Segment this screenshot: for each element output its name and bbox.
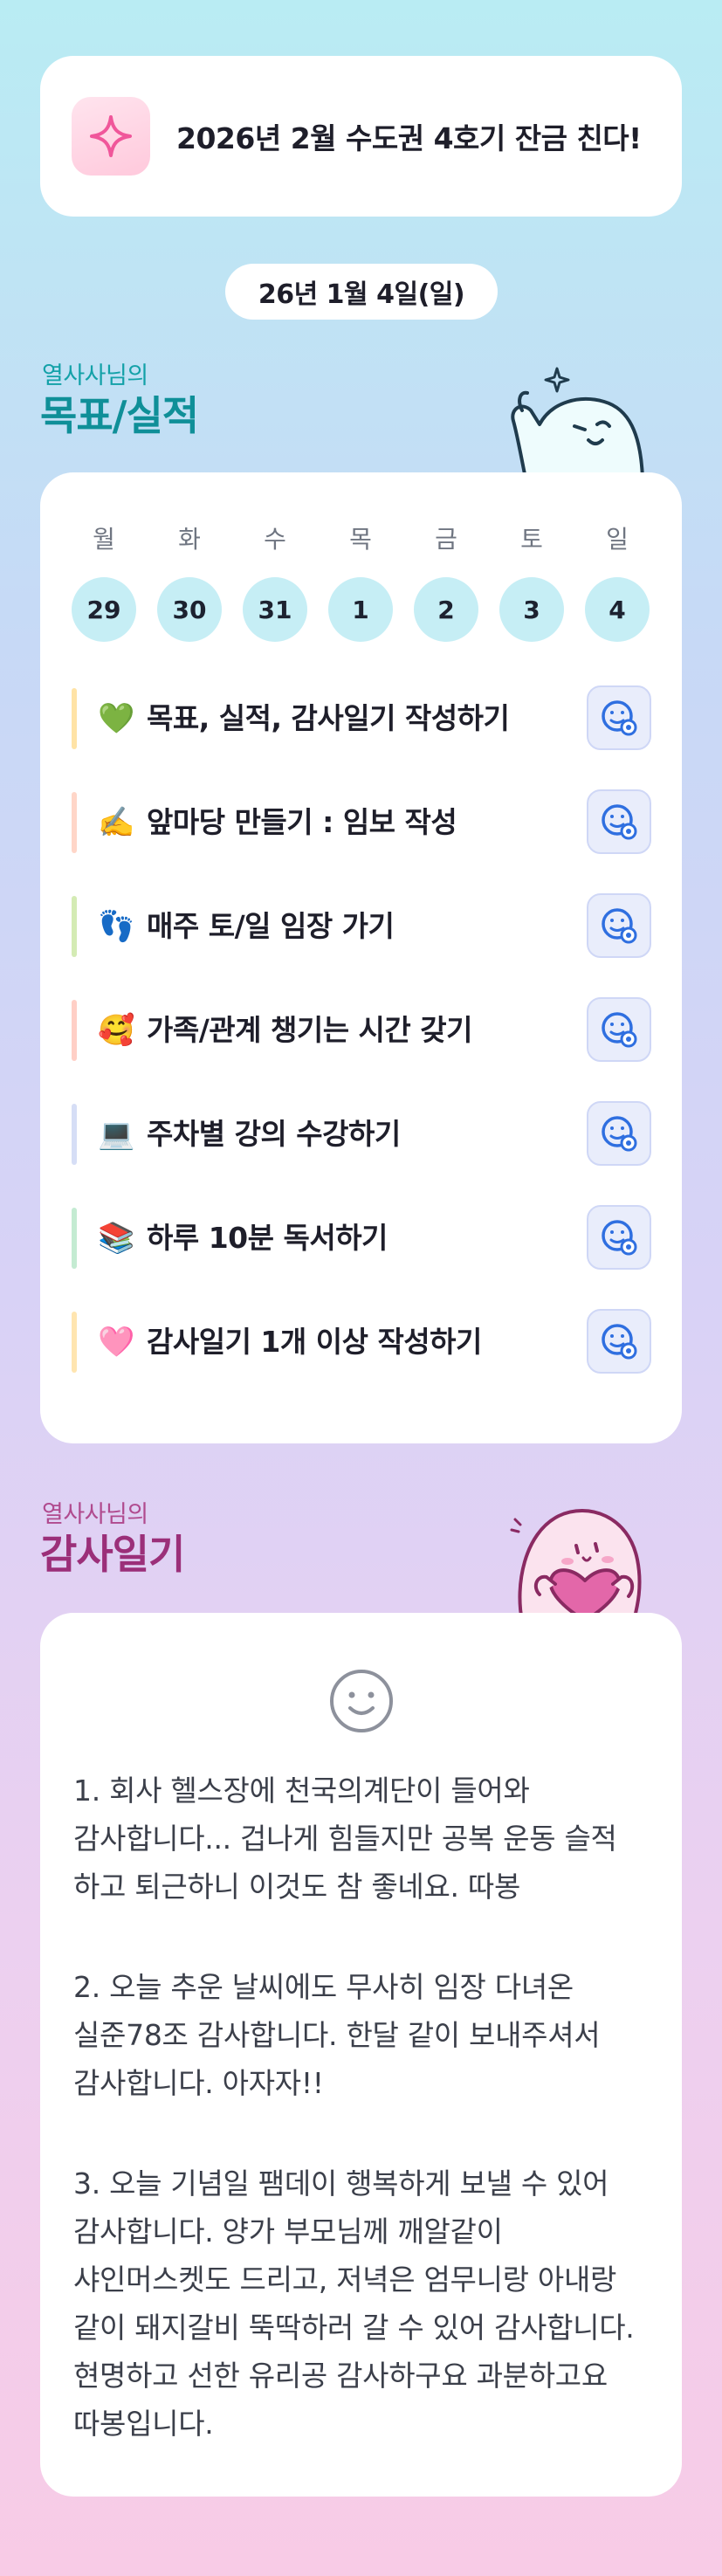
- weekday-label: 토: [520, 525, 543, 554]
- goal-text: 감사일기 1개 이상 작성하기: [147, 1325, 482, 1359]
- goal-text: 가족/관계 챙기는 시간 갖기: [147, 1013, 472, 1047]
- goal-color-bar: [72, 1208, 77, 1269]
- goal-item: 💻 주차별 강의 수강하기: [72, 1100, 652, 1168]
- weekday-label: 일: [606, 525, 629, 554]
- goal-color-bar: [72, 1312, 77, 1373]
- goal-item: 📚 하루 10분 독서하기: [72, 1204, 652, 1272]
- goal-text: 앞마당 만들기 : 임보 작성: [147, 805, 457, 839]
- weekday-label: 목: [349, 525, 372, 554]
- goal-text: 매주 토/일 임장 가기: [147, 909, 395, 943]
- smile-check-icon: [599, 698, 639, 738]
- diary-entry: 3. 오늘 기념일 팸데이 행복하게 보낼 수 있어 감사합니다. 양가 부모님…: [73, 2166, 635, 2441]
- date-circle[interactable]: 1: [328, 577, 393, 642]
- goal-color-bar: [72, 1104, 77, 1165]
- goal-color-bar: [72, 792, 77, 853]
- goal-emoji: 🥰: [98, 1013, 135, 1048]
- weekday-label: 화: [178, 525, 201, 554]
- goal-emoji: 💻: [98, 1117, 135, 1152]
- weekday-label: 월: [93, 525, 115, 554]
- goal-check-button[interactable]: [587, 1101, 651, 1166]
- goal-item: ✍️ 앞마당 만들기 : 임보 작성: [72, 789, 652, 857]
- goal-banner: 2026년 2월 수도권 4호기 잔금 친다!: [40, 56, 682, 217]
- goal-check-button[interactable]: [587, 1205, 651, 1270]
- goal-item: 👣 매주 토/일 임장 가기: [72, 892, 652, 961]
- weekday-label: 수: [264, 525, 286, 554]
- goal-check-button[interactable]: [587, 685, 651, 750]
- diary-entry: 1. 회사 헬스장에 천국의계단이 들어와 감사합니다... 겁나게 힘들지만 …: [73, 1774, 617, 1904]
- goal-color-bar: [72, 896, 77, 957]
- goal-text: 주차별 강의 수강하기: [147, 1117, 401, 1151]
- goal-emoji: 🩷: [98, 1325, 135, 1360]
- goal-text: 목표, 실적, 감사일기 작성하기: [147, 701, 510, 735]
- goal-check-button[interactable]: [587, 1309, 651, 1374]
- date-circle[interactable]: 31: [243, 577, 307, 642]
- goal-check-button[interactable]: [587, 997, 651, 1062]
- diary-entry: 2. 오늘 추운 날씨에도 무사히 임장 다녀온 실준78조 감사합니다. 한달…: [73, 1970, 601, 2100]
- goal-check-button[interactable]: [587, 893, 651, 958]
- smile-check-icon: [599, 1321, 639, 1361]
- goal-emoji: 👣: [98, 909, 135, 944]
- goal-emoji: 📚: [98, 1221, 135, 1256]
- goal-color-bar: [72, 1000, 77, 1061]
- goals-title: 목표/실적: [40, 392, 199, 439]
- smile-check-icon: [599, 1113, 639, 1154]
- date-pill[interactable]: 26년 1월 4일(일): [225, 264, 498, 320]
- smile-check-icon: [599, 1009, 639, 1050]
- goal-item: 🥰 가족/관계 챙기는 시간 갖기: [72, 996, 652, 1064]
- smile-check-icon: [599, 906, 639, 946]
- date-circle[interactable]: 4: [585, 577, 650, 642]
- banner-title: 2026년 2월 수도권 4호기 잔금 친다!: [176, 121, 642, 155]
- diary-title: 감사일기: [40, 1531, 185, 1578]
- goal-text: 하루 10분 독서하기: [147, 1221, 388, 1255]
- weekday-label: 금: [435, 525, 457, 554]
- date-circle[interactable]: 3: [499, 577, 564, 642]
- goal-item: 💚 목표, 실적, 감사일기 작성하기: [72, 685, 652, 753]
- smile-check-icon: [599, 802, 639, 842]
- smile-check-icon: [599, 1217, 639, 1257]
- date-circle[interactable]: 2: [414, 577, 478, 642]
- goal-check-button[interactable]: [587, 789, 651, 854]
- goal-item: 🩷 감사일기 1개 이상 작성하기: [72, 1308, 652, 1376]
- goal-color-bar: [72, 688, 77, 749]
- sparkle-icon: [72, 97, 150, 176]
- goal-emoji: ✍️: [98, 805, 135, 840]
- waving-mascot-illustration: [501, 349, 650, 482]
- date-circle[interactable]: 30: [157, 577, 222, 642]
- date-circle[interactable]: 29: [72, 577, 136, 642]
- smiley-face-icon: [328, 1668, 395, 1738]
- heart-mascot-illustration: [498, 1490, 653, 1624]
- goal-emoji: 💚: [98, 701, 135, 736]
